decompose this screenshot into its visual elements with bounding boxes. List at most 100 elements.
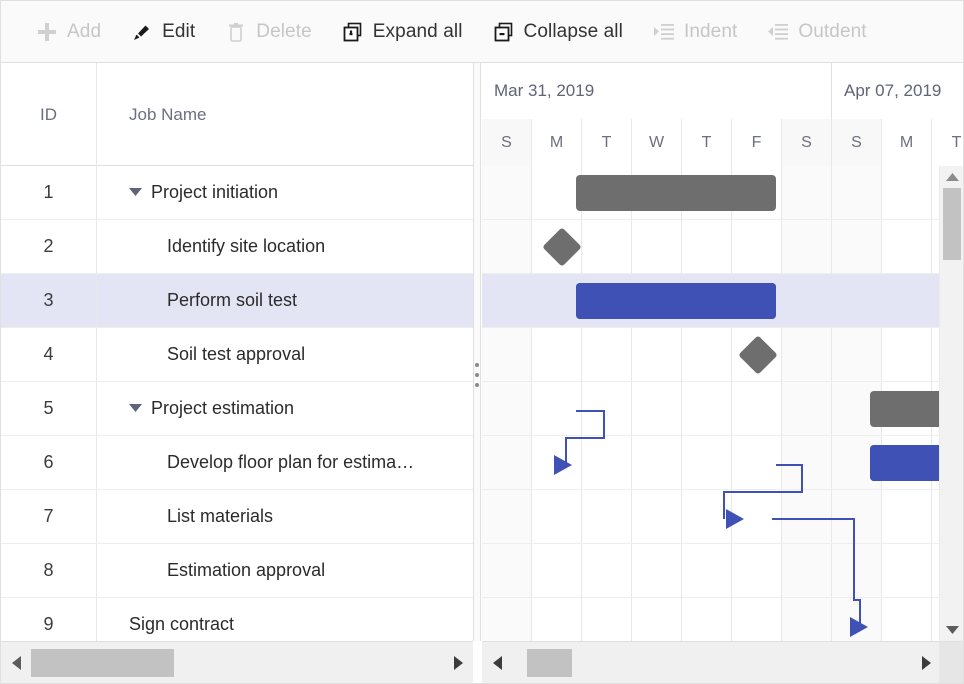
timeline-day-cell: F bbox=[732, 119, 782, 166]
grid-header: ID Job Name bbox=[1, 63, 473, 166]
chart-pane: Mar 31, 2019Apr 07, 2019 SMTWTFSSMT bbox=[482, 63, 963, 641]
grid-body: 1 Project initiation 2 Identify site locati… bbox=[1, 166, 473, 641]
table-row[interactable]: 3 Perform soil test bbox=[1, 274, 473, 328]
scroll-down-button[interactable] bbox=[940, 619, 963, 641]
row-name-label: Estimation approval bbox=[167, 560, 325, 581]
column-header-job-name-label: Job Name bbox=[129, 105, 206, 125]
timeline-day-cell: M bbox=[532, 119, 582, 166]
row-name-cell[interactable]: Project estimation bbox=[97, 382, 473, 435]
scrollbar-corner bbox=[939, 641, 963, 683]
chart-bars bbox=[482, 166, 963, 641]
timeline-day-cell: S bbox=[782, 119, 832, 166]
vertical-scrollbar[interactable] bbox=[939, 166, 963, 641]
row-id-cell: 3 bbox=[1, 274, 97, 327]
row-id-cell: 9 bbox=[1, 598, 97, 641]
timeline-week-label: Apr 07, 2019 bbox=[844, 81, 941, 101]
pencil-icon bbox=[131, 21, 153, 43]
column-header-job-name[interactable]: Job Name bbox=[97, 63, 473, 166]
row-name-label: Soil test approval bbox=[167, 344, 305, 365]
toolbar-add-button: Add bbox=[23, 10, 114, 54]
outdent-icon bbox=[767, 21, 789, 43]
chevron-down-icon[interactable] bbox=[127, 401, 143, 417]
timeline-week-label: Mar 31, 2019 bbox=[494, 81, 594, 101]
row-name-cell[interactable]: Soil test approval bbox=[97, 328, 473, 381]
toolbar-item-label: Collapse all bbox=[524, 21, 623, 43]
row-name-cell[interactable]: Estimation approval bbox=[97, 544, 473, 597]
timeline-day-cell: S bbox=[832, 119, 882, 166]
vertical-scrollbar-thumb[interactable] bbox=[943, 188, 961, 260]
pane-splitter[interactable] bbox=[473, 63, 481, 641]
toolbar-item-label: Expand all bbox=[373, 21, 463, 43]
gantt-milestone[interactable] bbox=[738, 335, 778, 375]
gantt-taskbar[interactable] bbox=[576, 175, 776, 211]
row-id-cell: 1 bbox=[1, 166, 97, 219]
table-row[interactable]: 1 Project initiation bbox=[1, 166, 473, 220]
plus-icon bbox=[36, 21, 58, 43]
row-name-cell[interactable]: Identify site location bbox=[97, 220, 473, 273]
column-header-id-label: ID bbox=[40, 105, 57, 125]
column-header-id[interactable]: ID bbox=[1, 63, 97, 166]
grid-scroll-right-button[interactable] bbox=[443, 642, 473, 684]
row-name-label: Project estimation bbox=[151, 398, 294, 419]
grid-scroll-left-button[interactable] bbox=[1, 642, 31, 684]
row-name-label: List materials bbox=[167, 506, 273, 527]
timeline-day-cell: T bbox=[682, 119, 732, 166]
toolbar-item-label: Delete bbox=[256, 21, 312, 43]
timeline-week-row: Mar 31, 2019 Apr 07, 2019 bbox=[482, 63, 963, 119]
gantt-app: Add Edit Delete Expand all Collapse all Inden… bbox=[0, 0, 964, 684]
toolbar-collapse-all-button[interactable]: Collapse all bbox=[480, 10, 636, 54]
toolbar-delete-button: Delete bbox=[212, 10, 325, 54]
row-id-cell: 2 bbox=[1, 220, 97, 273]
timeline-day-cell: M bbox=[882, 119, 932, 166]
row-name-label: Project initiation bbox=[151, 182, 278, 203]
chart-horizontal-scrollbar-thumb[interactable] bbox=[527, 649, 572, 677]
table-row[interactable]: 2 Identify site location bbox=[1, 220, 473, 274]
toolbar-item-label: Edit bbox=[162, 21, 195, 43]
gantt-taskbar[interactable] bbox=[576, 283, 776, 319]
indent-icon bbox=[653, 21, 675, 43]
toolbar-indent-button: Indent bbox=[640, 10, 750, 54]
expand-all-icon bbox=[342, 21, 364, 43]
toolbar-item-label: Outdent bbox=[798, 21, 866, 43]
chart-scroll-left-button[interactable] bbox=[482, 642, 512, 684]
grid-horizontal-scrollbar-thumb[interactable] bbox=[31, 649, 174, 677]
gantt-taskbar-progress[interactable] bbox=[576, 283, 776, 319]
toolbar-edit-button[interactable]: Edit bbox=[118, 10, 208, 54]
timeline-week-cell: Apr 07, 2019 bbox=[832, 63, 963, 119]
row-id-cell: 5 bbox=[1, 382, 97, 435]
chart-scroll-right-button[interactable] bbox=[911, 642, 941, 684]
timeline-day-cell: S bbox=[482, 119, 532, 166]
row-id-cell: 6 bbox=[1, 436, 97, 489]
row-id-cell: 4 bbox=[1, 328, 97, 381]
table-row[interactable]: 9 Sign contract bbox=[1, 598, 473, 641]
toolbar-outdent-button: Outdent bbox=[754, 10, 879, 54]
row-name-cell[interactable]: Develop floor plan for estima… bbox=[97, 436, 473, 489]
chevron-down-icon[interactable] bbox=[127, 185, 143, 201]
table-row[interactable]: 7 List materials bbox=[1, 490, 473, 544]
table-row[interactable]: 4 Soil test approval bbox=[1, 328, 473, 382]
row-name-label: Perform soil test bbox=[167, 290, 297, 311]
row-id-cell: 7 bbox=[1, 490, 97, 543]
scroll-up-button[interactable] bbox=[940, 166, 963, 188]
table-row[interactable]: 8 Estimation approval bbox=[1, 544, 473, 598]
timeline-week-cell: Mar 31, 2019 bbox=[482, 63, 832, 119]
row-name-cell[interactable]: Sign contract bbox=[97, 598, 473, 641]
collapse-all-icon bbox=[493, 21, 515, 43]
row-name-label: Identify site location bbox=[167, 236, 325, 257]
chart-horizontal-scrollbar[interactable] bbox=[482, 641, 941, 683]
gantt-taskbar-progress[interactable] bbox=[870, 445, 940, 481]
row-id-cell: 8 bbox=[1, 544, 97, 597]
toolbar-item-label: Add bbox=[67, 21, 101, 43]
grid-horizontal-scrollbar[interactable] bbox=[1, 641, 473, 683]
row-name-cell[interactable]: Perform soil test bbox=[97, 274, 473, 327]
toolbar: Add Edit Delete Expand all Collapse all Inden… bbox=[1, 1, 963, 63]
row-name-label: Sign contract bbox=[129, 614, 234, 635]
toolbar-expand-all-button[interactable]: Expand all bbox=[329, 10, 476, 54]
row-name-cell[interactable]: List materials bbox=[97, 490, 473, 543]
chart-body bbox=[482, 166, 963, 641]
row-name-cell[interactable]: Project initiation bbox=[97, 166, 473, 219]
gantt-milestone[interactable] bbox=[542, 227, 582, 267]
table-row[interactable]: 6Develop floor plan for estima… bbox=[1, 436, 473, 490]
splitter-grip-icon bbox=[475, 363, 479, 393]
table-row[interactable]: 5 Project estimation bbox=[1, 382, 473, 436]
